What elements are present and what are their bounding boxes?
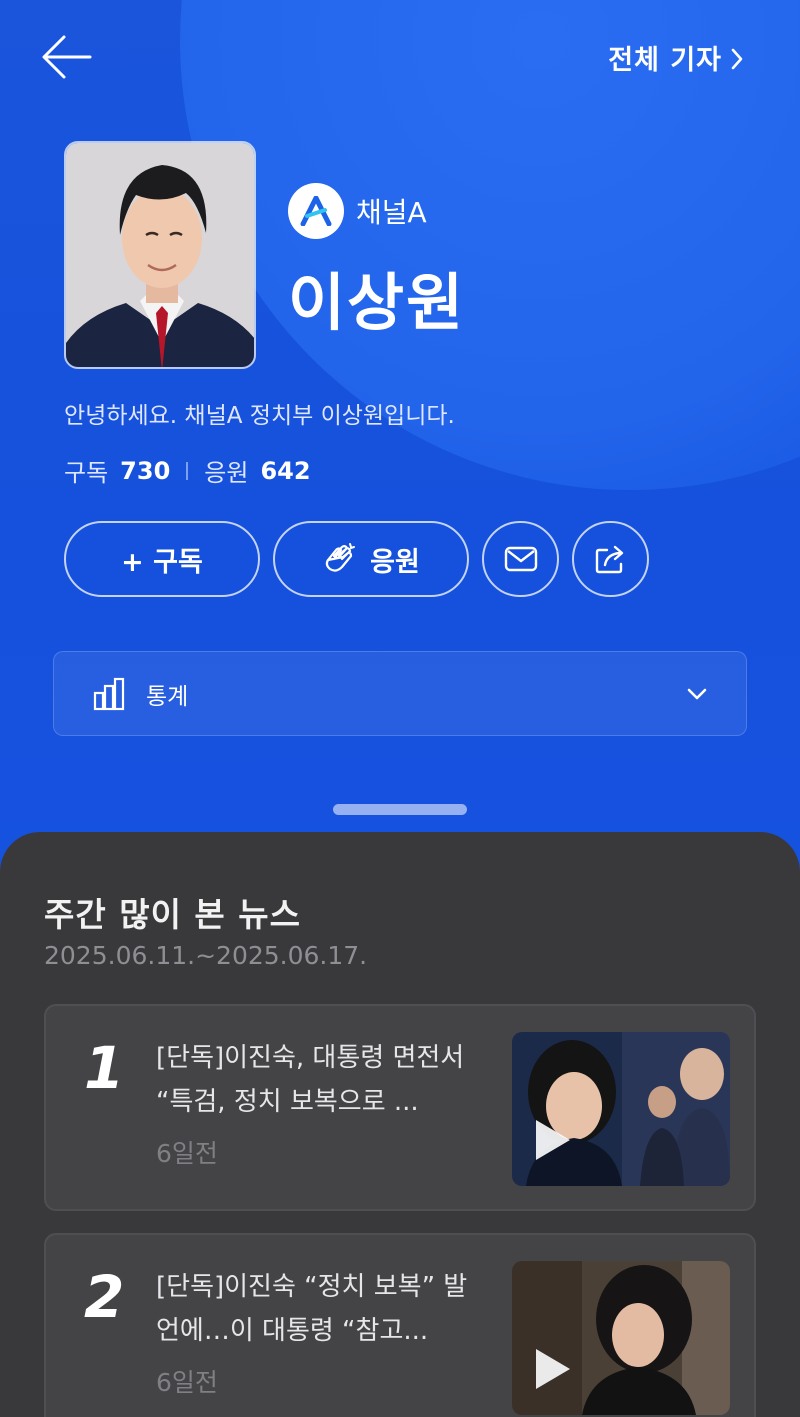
back-button[interactable] xyxy=(40,30,96,84)
statistics-toggle[interactable]: 통계 xyxy=(53,651,747,736)
news-rank: 2 xyxy=(84,1263,125,1331)
news-headline: [단독]이진숙 “정치 보복” 발언에…이 대통령 “참고... xyxy=(156,1272,468,1346)
statistics-label: 통계 xyxy=(146,683,189,710)
subscribe-button[interactable]: + 구독 xyxy=(64,521,260,597)
share-icon xyxy=(595,545,623,574)
channel-name: 채널A xyxy=(356,196,427,229)
news-rank: 1 xyxy=(84,1034,125,1102)
weekly-news-date-range: 2025.06.11.~2025.06.17. xyxy=(44,941,368,970)
news-thumbnail[interactable] xyxy=(512,1032,730,1186)
all-reporters-link[interactable]: 전체 기자 xyxy=(608,38,744,77)
chevron-right-icon xyxy=(731,48,743,69)
chevron-down-icon xyxy=(687,688,707,699)
cheer-count: 642 xyxy=(260,456,311,485)
news-thumbnail[interactable] xyxy=(512,1261,730,1415)
mail-button[interactable] xyxy=(482,521,559,597)
channel-a-logo xyxy=(288,183,344,239)
weekly-news-title: 주간 많이 본 뉴스 xyxy=(44,895,301,934)
cheer-button-label: 응원 xyxy=(370,546,420,578)
news-item[interactable]: 2 [단독]이진숙 “정치 보복” 발언에…이 대통령 “참고... 6일전 xyxy=(44,1233,756,1417)
cheer-stat-label: 응원 xyxy=(204,459,249,487)
profile-hero xyxy=(0,0,800,880)
arrow-left-icon xyxy=(42,35,92,79)
subscribe-stat-label: 구독 xyxy=(64,459,109,487)
reporter-photo xyxy=(64,141,256,369)
news-time: 6일전 xyxy=(156,1139,218,1168)
sheet-drag-handle[interactable] xyxy=(333,804,467,815)
subscribe-count: 730 xyxy=(120,456,171,485)
reporter-intro: 안녕하세요. 채널A 정치부 이상원입니다. xyxy=(64,403,455,429)
cheer-button[interactable]: 응원 xyxy=(273,521,469,597)
news-item[interactable]: 1 [단독]이진숙, 대통령 면전서 “특검, 정치 보복으로 ... 6일전 xyxy=(44,1004,756,1211)
channel-info: 채널A xyxy=(288,183,427,239)
share-button[interactable] xyxy=(572,521,649,597)
subscribe-button-label: + 구독 xyxy=(121,546,203,578)
news-headline: [단독]이진숙, 대통령 면전서 “특검, 정치 보복으로 ... xyxy=(156,1043,465,1117)
clap-icon xyxy=(325,543,356,572)
envelope-icon xyxy=(504,546,537,572)
reporter-name: 이상원 xyxy=(288,266,466,339)
follow-stats: 구독 730 응원 642 xyxy=(64,453,311,488)
news-time: 6일전 xyxy=(156,1368,218,1397)
bar-chart-icon xyxy=(93,677,125,710)
all-reporters-label: 전체 기자 xyxy=(608,45,722,76)
stats-divider xyxy=(186,461,189,480)
